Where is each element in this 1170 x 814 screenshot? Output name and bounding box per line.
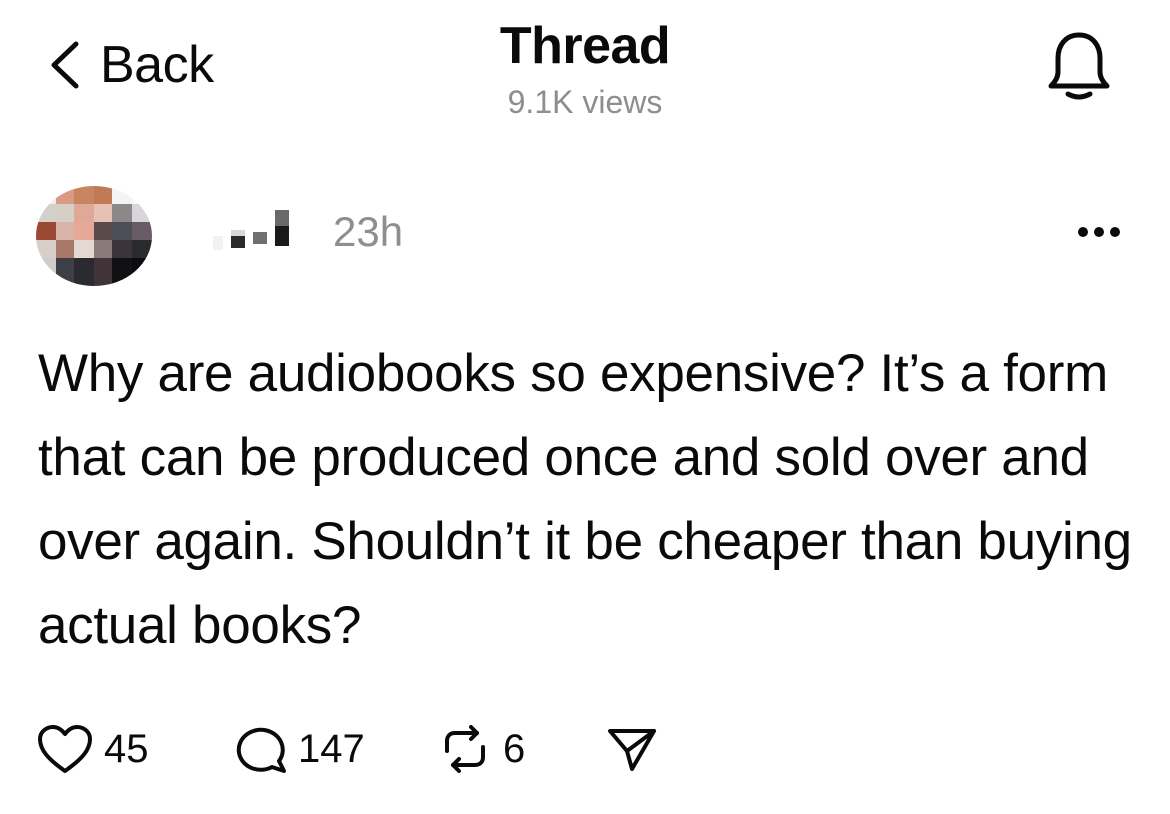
chevron-left-icon: [51, 41, 79, 89]
like-button[interactable]: 45: [36, 714, 149, 784]
repost-count: 6: [503, 727, 526, 771]
comment-icon: [236, 727, 286, 773]
avatar[interactable]: [36, 186, 152, 286]
view-count: 9.1K views: [507, 84, 663, 120]
like-count: 45: [104, 727, 149, 771]
page-title: Thread: [499, 17, 671, 75]
share-button[interactable]: [606, 714, 658, 784]
heart-icon: [38, 725, 92, 773]
post-header: 23h: [0, 180, 1170, 290]
post-time: 23h: [333, 208, 404, 255]
top-bar: Back Thread 9.1K views: [0, 0, 1170, 140]
reply-count: 147: [298, 727, 365, 771]
more-icon: [1078, 227, 1120, 237]
post-text: Why are audiobooks so expensive? It’s a …: [38, 344, 1132, 655]
send-icon: [608, 729, 656, 771]
bell-icon: [1048, 32, 1110, 100]
thread-header: Thread 9.1K views: [385, 16, 785, 124]
back-label: Back: [100, 36, 214, 94]
notifications-button[interactable]: [1046, 30, 1112, 102]
repost-button[interactable]: 6: [437, 714, 525, 784]
username-link[interactable]: [205, 206, 305, 258]
back-button[interactable]: Back: [48, 30, 214, 100]
post-actions: 45 147 6: [0, 714, 1170, 784]
repost-icon: [445, 725, 485, 773]
more-options-button[interactable]: [1076, 220, 1122, 244]
reply-button[interactable]: 147: [232, 714, 365, 784]
